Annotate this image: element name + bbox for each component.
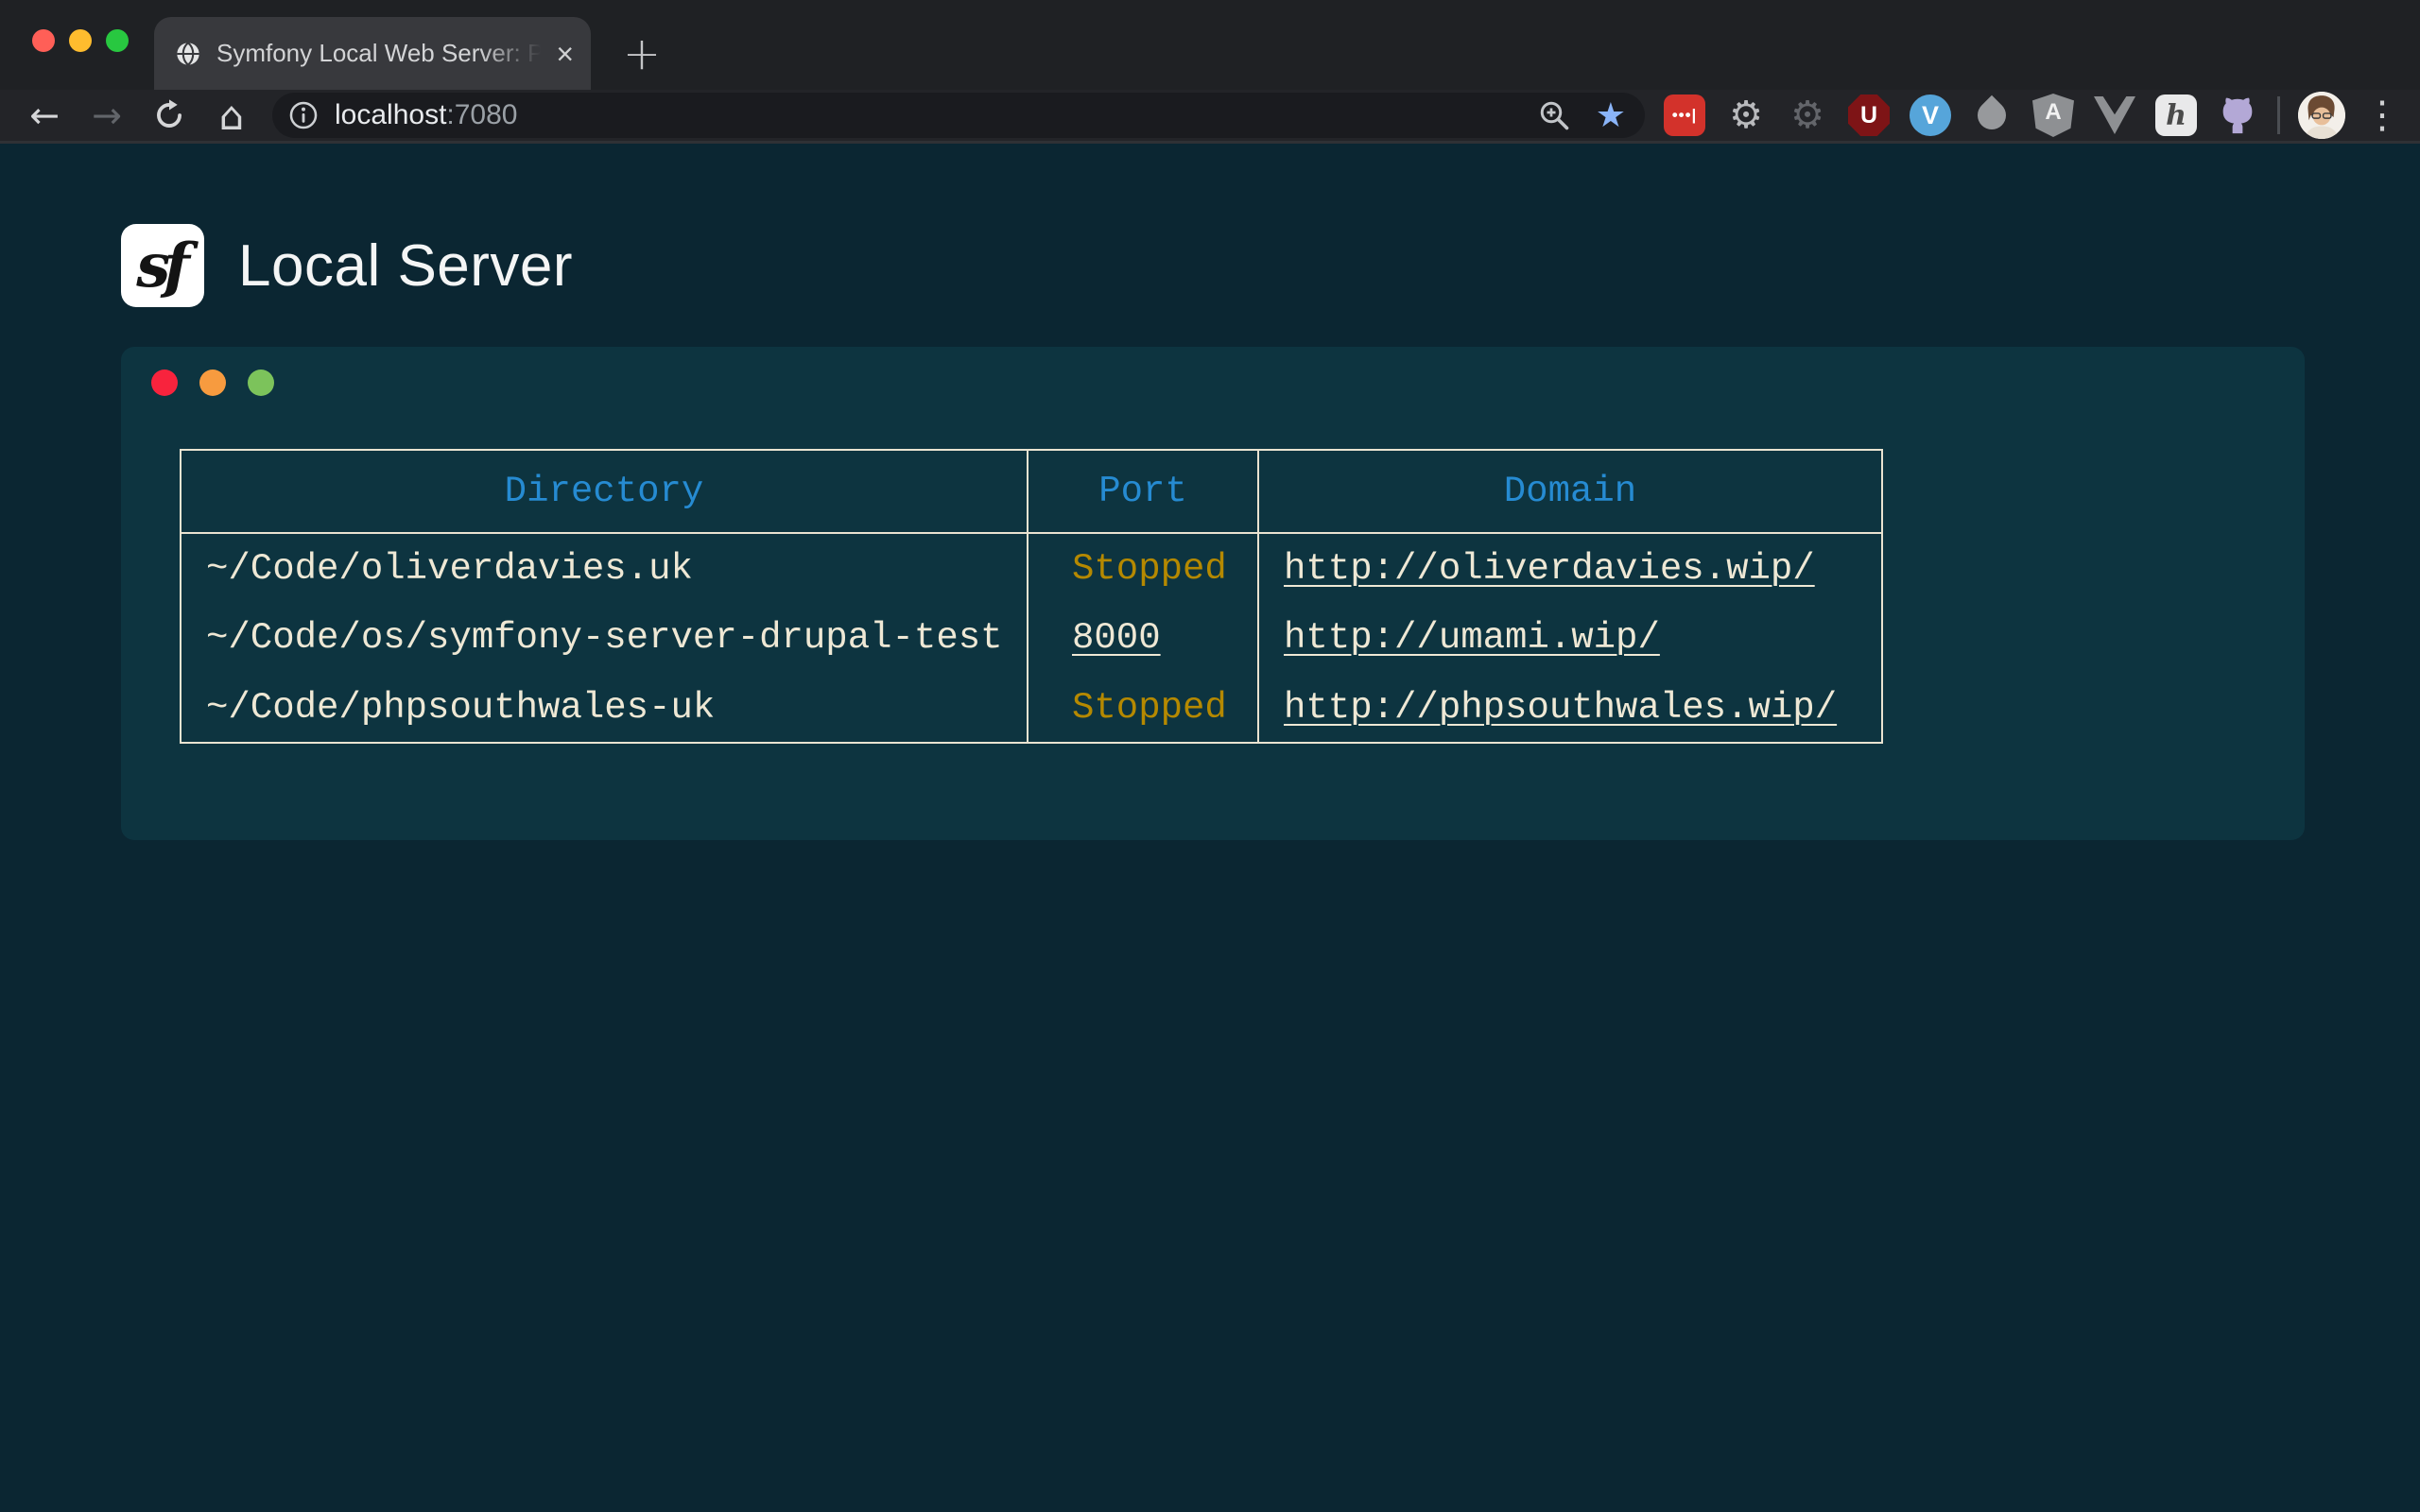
domain-link[interactable]: http://oliverdavies.wip/ [1284, 548, 1815, 590]
panel-orange-dot [199, 369, 226, 396]
browser-window: Symfony Local Web Server: Prox × + ← → ⌂… [0, 0, 2420, 1509]
directory-cell: ~/Code/phpsouthwales-uk [181, 673, 1028, 743]
server-panel: Directory Port Domain ~/Code/oliverdavie… [121, 347, 2305, 840]
angular-extension-icon[interactable]: A [2032, 94, 2074, 137]
new-tab-button[interactable]: + [613, 25, 671, 83]
browser-tab[interactable]: Symfony Local Web Server: Prox × [154, 17, 591, 90]
drupal-extension-icon[interactable] [1970, 94, 2014, 137]
directory-cell: ~/Code/oliverdavies.uk [181, 533, 1028, 603]
page-content: sf Local Server Directory Port Domain [0, 144, 2420, 1509]
directory-column-header: Directory [181, 450, 1028, 533]
browser-toolbar: ← → ⌂ localhost:7080 ★ ••• [0, 90, 2420, 144]
gear-extension-icon[interactable]: ⚙ [1724, 94, 1768, 137]
extension-bar: •••| ⚙ ⚙ U V A h [1645, 92, 2401, 139]
reload-icon[interactable] [147, 94, 191, 137]
url-text[interactable]: localhost:7080 [335, 99, 517, 131]
lastpass-extension-icon[interactable]: •••| [1664, 94, 1705, 136]
zoom-magnifier-icon[interactable] [1537, 98, 1571, 132]
url-port: :7080 [446, 99, 517, 130]
back-icon[interactable]: ← [23, 94, 66, 137]
site-info-icon[interactable] [287, 99, 320, 131]
vimium-extension-icon[interactable]: V [1910, 94, 1951, 136]
window-close-button[interactable] [32, 29, 55, 52]
home-icon[interactable]: ⌂ [210, 94, 253, 137]
port-link[interactable]: 8000 [1072, 617, 1161, 659]
h-extension-icon[interactable]: h [2155, 94, 2197, 136]
bookmark-star-icon[interactable]: ★ [1596, 96, 1626, 135]
browser-menu-icon[interactable]: ⋮ [2363, 94, 2401, 137]
globe-favicon-icon [175, 41, 201, 67]
servers-table: Directory Port Domain ~/Code/oliverdavie… [180, 449, 1883, 744]
vue-extension-icon[interactable] [2093, 94, 2136, 137]
ublock-extension-icon[interactable]: U [1848, 94, 1890, 136]
domain-cell: http://phpsouthwales.wip/ [1258, 673, 1882, 743]
port-cell: Stopped [1028, 533, 1258, 603]
port-status: Stopped [1072, 548, 1227, 590]
github-extension-icon[interactable] [2216, 94, 2259, 137]
domain-link[interactable]: http://umami.wip/ [1284, 617, 1660, 659]
table-row: ~/Code/oliverdavies.uk Stopped http://ol… [181, 533, 1882, 603]
address-bar[interactable]: localhost:7080 ★ [272, 93, 1645, 138]
toolbar-separator [2277, 96, 2280, 134]
table-header-row: Directory Port Domain [181, 450, 1882, 533]
window-zoom-button[interactable] [106, 29, 129, 52]
gear-disabled-extension-icon[interactable]: ⚙ [1786, 94, 1829, 137]
port-status: Stopped [1072, 687, 1227, 729]
domain-cell: http://oliverdavies.wip/ [1258, 533, 1882, 603]
tab-close-icon[interactable]: × [552, 39, 578, 69]
domain-column-header: Domain [1258, 450, 1882, 533]
panel-window-dots [151, 369, 2305, 396]
url-host: localhost [335, 99, 446, 130]
panel-green-dot [248, 369, 274, 396]
window-controls [32, 29, 129, 52]
table-row: ~/Code/phpsouthwales-uk Stopped http://p… [181, 673, 1882, 743]
directory-cell: ~/Code/os/symfony-server-drupal-test [181, 603, 1028, 673]
port-cell: 8000 [1028, 603, 1258, 673]
table-row: ~/Code/os/symfony-server-drupal-test 800… [181, 603, 1882, 673]
symfony-logo-glyph: sf [136, 231, 189, 301]
page-title: Local Server [238, 232, 573, 300]
profile-avatar[interactable] [2298, 92, 2345, 139]
domain-link[interactable]: http://phpsouthwales.wip/ [1284, 687, 1837, 729]
window-minimize-button[interactable] [69, 29, 92, 52]
forward-icon[interactable]: → [85, 94, 129, 137]
domain-cell: http://umami.wip/ [1258, 603, 1882, 673]
tab-title: Symfony Local Web Server: Prox [216, 39, 544, 68]
panel-red-dot [151, 369, 178, 396]
symfony-logo-icon: sf [121, 224, 204, 307]
page-header: sf Local Server [121, 222, 2420, 309]
tab-strip: Symfony Local Web Server: Prox × + [0, 0, 2420, 90]
port-cell: Stopped [1028, 673, 1258, 743]
port-column-header: Port [1028, 450, 1258, 533]
